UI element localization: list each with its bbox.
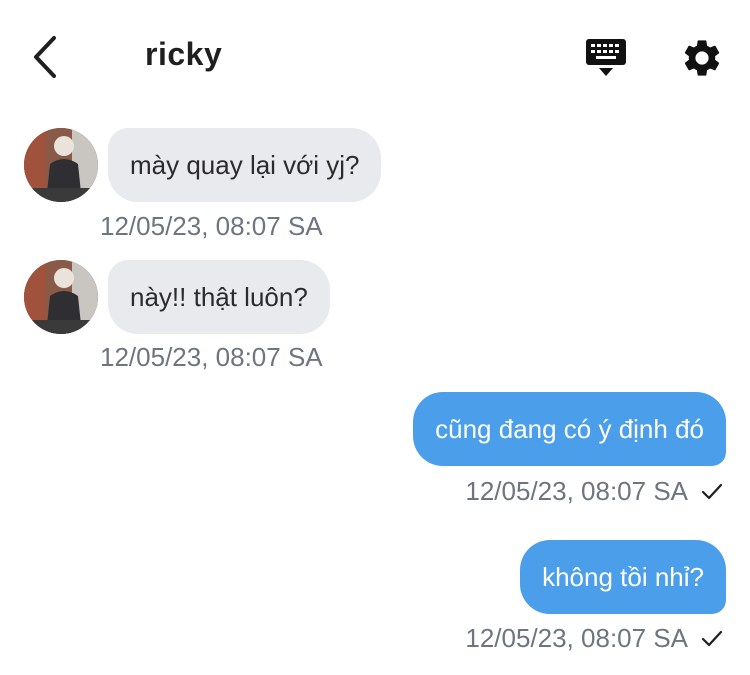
outgoing-message-bubble[interactable]: không tồi nhỉ?: [520, 540, 726, 614]
message-timestamp: 12/05/23, 08:07 SA: [100, 342, 323, 372]
message-text: này!! thật luôn?: [130, 281, 308, 312]
message-timestamp: 12/05/23, 08:07 SA: [465, 623, 688, 653]
contact-avatar[interactable]: [24, 260, 98, 334]
gear-icon: [684, 40, 720, 76]
message-text: mày quay lại với yj?: [130, 149, 360, 180]
chat-header: ricky: [0, 0, 750, 110]
back-button[interactable]: [28, 34, 68, 80]
message-text: không tồi nhỉ?: [542, 561, 704, 592]
incoming-message-bubble[interactable]: này!! thật luôn?: [108, 260, 330, 334]
contact-name[interactable]: ricky: [145, 36, 222, 73]
sent-check-icon: [701, 630, 723, 647]
keyboard-button[interactable]: [584, 36, 628, 80]
incoming-message-bubble[interactable]: mày quay lại với yj?: [108, 128, 382, 202]
settings-button[interactable]: [680, 36, 724, 80]
message-timestamp: 12/05/23, 08:07 SA: [100, 211, 323, 241]
contact-avatar[interactable]: [24, 128, 98, 202]
sent-check-icon: [701, 483, 723, 500]
message-text: cũng đang có ý định đó: [435, 413, 704, 444]
outgoing-message-bubble[interactable]: cũng đang có ý định đó: [413, 392, 726, 466]
message-timestamp: 12/05/23, 08:07 SA: [465, 476, 688, 506]
keyboard-icon: [586, 39, 626, 76]
chevron-left-icon: [34, 36, 56, 78]
